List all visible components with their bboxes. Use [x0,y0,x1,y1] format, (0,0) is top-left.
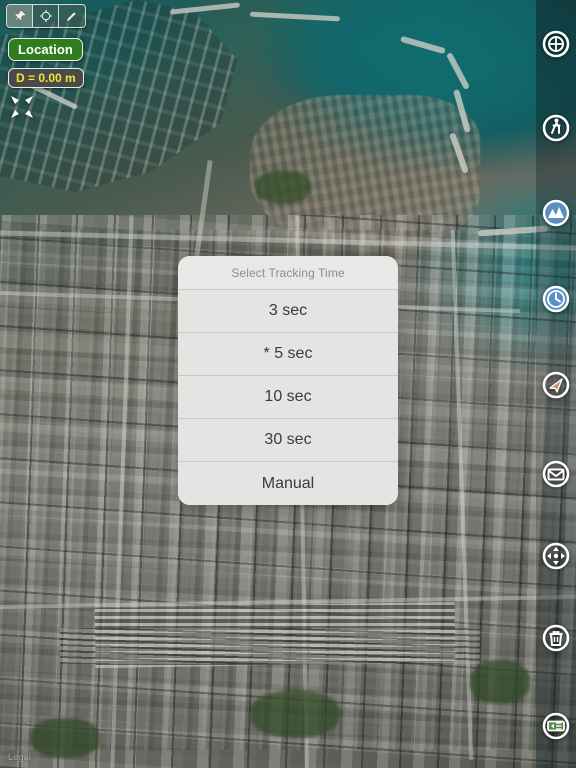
dialog-option-3sec[interactable]: 3 sec [178,290,398,333]
dialog-option-30sec[interactable]: 30 sec [178,419,398,462]
tracking-time-dialog: Select Tracking Time 3 sec * 5 sec 10 se… [178,256,398,505]
dialog-option-manual[interactable]: Manual [178,462,398,505]
dialog-option-5sec[interactable]: * 5 sec [178,333,398,376]
dialog-option-10sec[interactable]: 10 sec [178,376,398,419]
app-root: Legal Location D = 0.00 m Select Trackin… [0,0,576,768]
dialog-title: Select Tracking Time [178,256,398,290]
